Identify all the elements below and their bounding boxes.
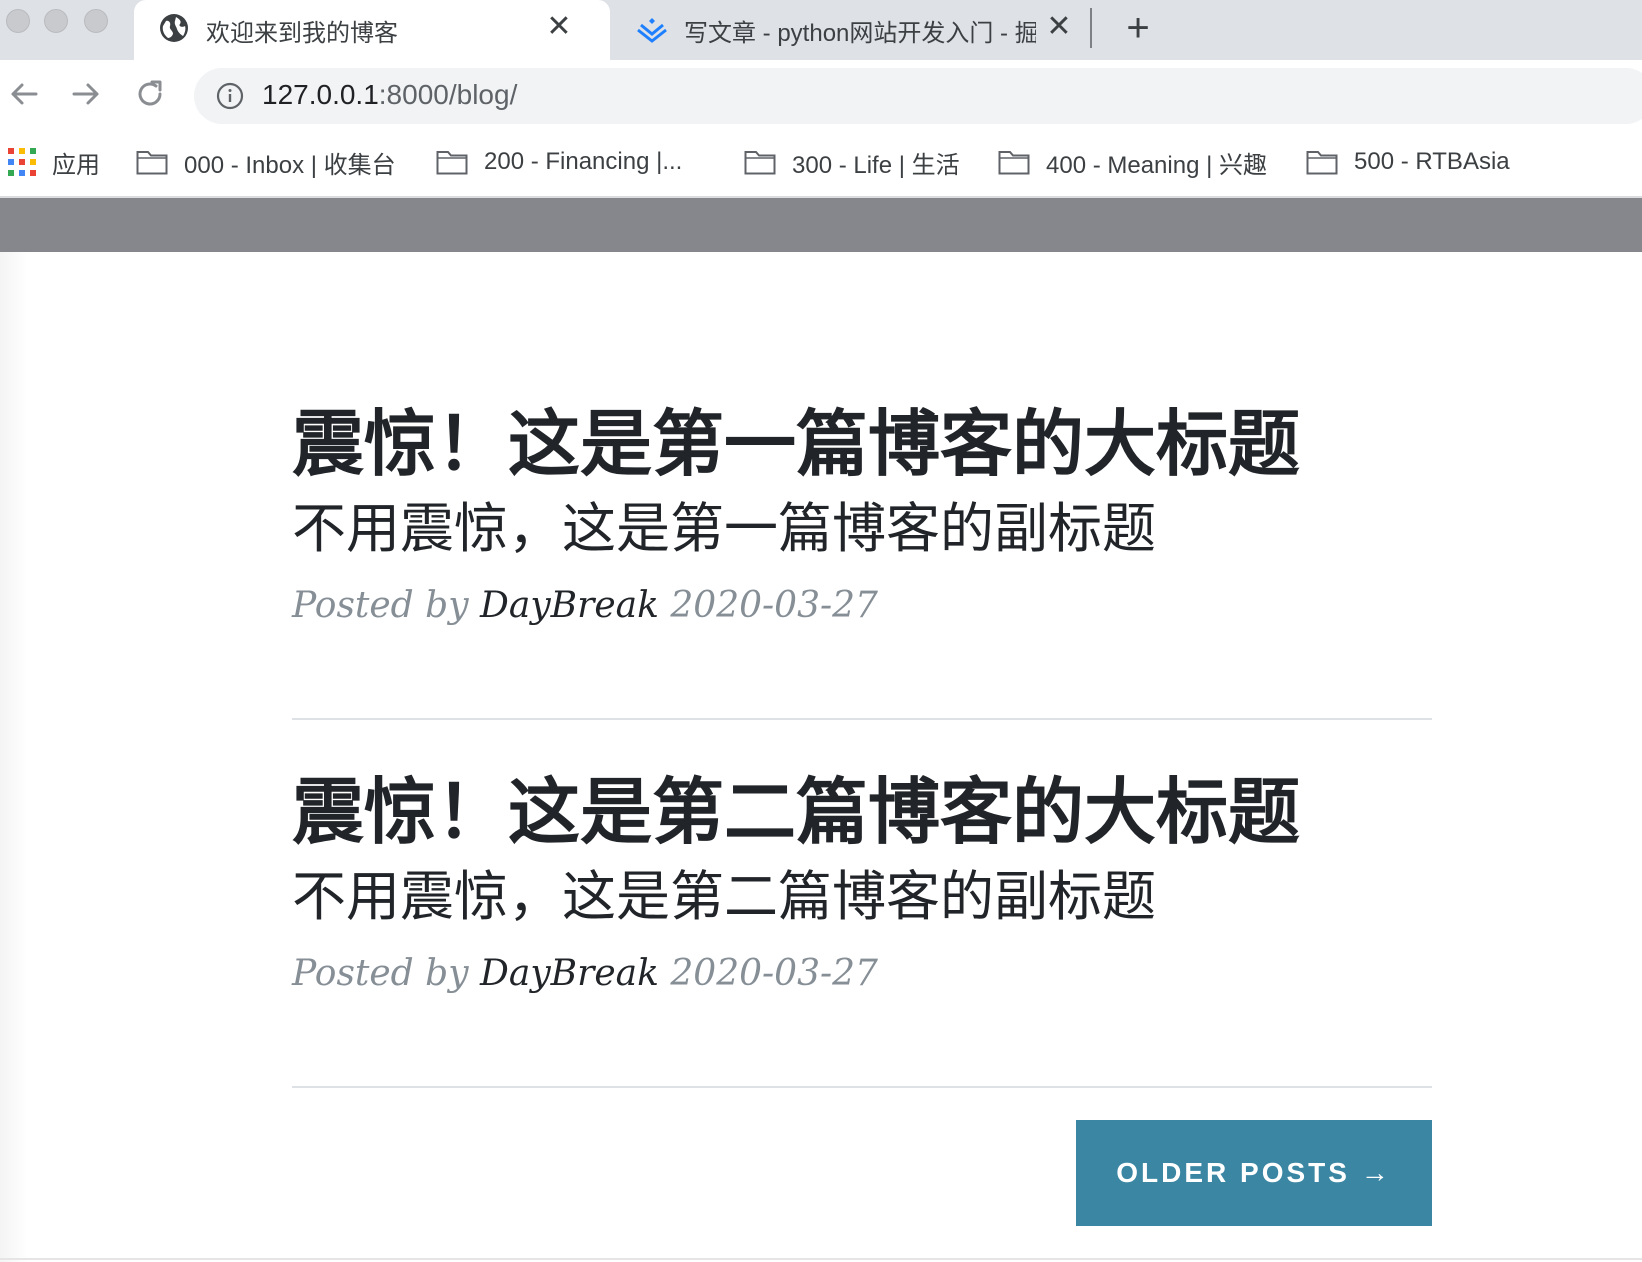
tab-blog[interactable]: 欢迎来到我的博客 ✕ [134,0,610,60]
apps-grid-icon [8,148,36,176]
bookmark-folder-inbox[interactable]: 000 - Inbox | 收集台 [136,144,396,180]
tab-juejin[interactable]: 写文章 - python网站开发入门 - 掘 ✕ [612,0,1092,60]
reload-icon[interactable] [130,74,170,114]
tab-title: 写文章 - python网站开发入门 - 掘 [684,20,1036,47]
url-text[interactable]: 127.0.0.1:8000/blog/ [262,79,517,111]
bookmark-folder-financing[interactable]: 200 - Financing |... [436,144,682,180]
post-meta: Posted by DayBreak 2020-03-27 [292,952,1432,996]
post-preview[interactable]: 震惊！这是第一篇博客的大标题 不用震惊，这是第一篇博客的副标题 Posted b… [292,400,1432,628]
bookmark-apps[interactable]: 应用 [8,144,100,180]
post-title[interactable]: 震惊！这是第一篇博客的大标题 [292,400,1432,488]
folder-icon [136,151,168,175]
bookmark-label: 000 - Inbox | 收集台 [184,151,396,179]
folder-icon [436,151,468,175]
blog-header-band [0,198,1642,252]
bookmark-folder-meaning[interactable]: 400 - Meaning | 兴趣 [998,144,1267,180]
post-subtitle[interactable]: 不用震惊，这是第一篇博客的副标题 [292,494,1432,564]
folder-icon [744,151,776,175]
blog-content: 震惊！这是第一篇博客的大标题 不用震惊，这是第一篇博客的副标题 Posted b… [0,252,1642,1262]
meta-prefix: Posted by [292,953,469,994]
older-posts-button[interactable]: Older Posts → [1076,1120,1432,1226]
bookmark-label: 400 - Meaning | 兴趣 [1046,151,1268,179]
address-bar[interactable]: 127.0.0.1:8000/blog/ [194,68,1642,124]
window-minimize-dot[interactable] [44,9,68,33]
close-icon[interactable]: ✕ [1044,12,1074,42]
bookmark-folder-rtbasia[interactable]: 500 - RTBAsia [1306,144,1510,180]
bookmark-label: 500 - RTBAsia [1354,148,1510,175]
page-bottom-rule [0,1258,1642,1260]
juejin-icon [637,18,667,43]
folder-icon [998,151,1030,175]
tab-title: 欢迎来到我的博客 [206,20,398,47]
post-title[interactable]: 震惊！这是第二篇博客的大标题 [292,768,1432,856]
post-divider [292,718,1432,720]
tab-separator [1090,8,1092,48]
post-meta: Posted by DayBreak 2020-03-27 [292,584,1432,628]
post-divider [292,1086,1432,1088]
folder-icon [1306,151,1338,175]
url-path: :8000/blog/ [378,79,518,110]
window-close-dot[interactable] [6,9,30,33]
bookmark-folder-life[interactable]: 300 - Life | 生活 [744,144,960,180]
window-zoom-dot[interactable] [84,9,108,33]
post-date: 2020-03-27 [670,953,878,994]
bookmarks-bar: 应用 000 - Inbox | 收集台 200 - Financing |..… [0,128,1642,198]
browser-toolbar: 127.0.0.1:8000/blog/ [0,60,1642,128]
close-icon[interactable]: ✕ [544,12,574,42]
post-preview[interactable]: 震惊！这是第二篇博客的大标题 不用震惊，这是第二篇博客的副标题 Posted b… [292,768,1432,996]
bookmark-label: 200 - Financing |... [484,148,683,175]
post-author-link[interactable]: DayBreak [480,585,659,626]
post-date: 2020-03-27 [670,585,878,626]
post-subtitle[interactable]: 不用震惊，这是第二篇博客的副标题 [292,862,1432,932]
forward-arrow-icon[interactable] [66,74,106,114]
post-author-link[interactable]: DayBreak [480,953,659,994]
meta-prefix: Posted by [292,585,469,626]
globe-icon [160,14,188,42]
url-host: 127.0.0.1 [262,79,379,110]
bookmark-label: 300 - Life | 生活 [792,151,960,179]
new-tab-button[interactable]: + [1118,6,1158,50]
info-icon[interactable] [216,82,244,110]
tab-strip: 欢迎来到我的博客 ✕ 写文章 - python网站开发入门 - 掘 ✕ + [0,0,1642,60]
back-arrow-icon[interactable] [4,74,44,114]
bookmark-label: 应用 [52,151,100,179]
